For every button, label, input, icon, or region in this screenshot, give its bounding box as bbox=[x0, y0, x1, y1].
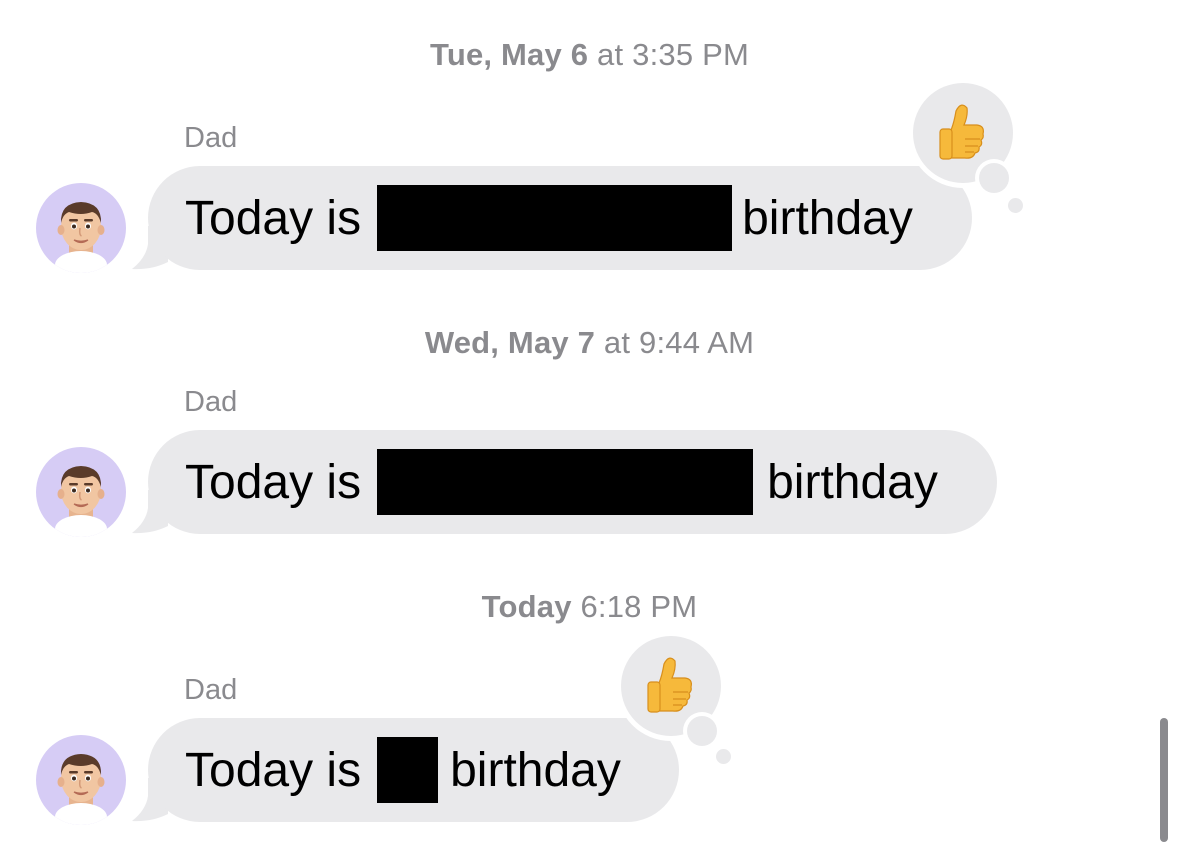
avatar[interactable] bbox=[36, 735, 126, 825]
timestamp-time: 9:44 AM bbox=[639, 325, 755, 360]
timestamp-1: Tue, May 6 at 3:35 PM bbox=[0, 37, 1179, 73]
redacted-name bbox=[377, 737, 439, 803]
message-text-before: Today is bbox=[185, 743, 362, 797]
avatar[interactable] bbox=[36, 447, 126, 537]
sender-name: Dad bbox=[184, 674, 238, 706]
timestamp-2: Wed, May 7 at 9:44 AM bbox=[0, 325, 1179, 361]
timestamp-day: Wed, May 7 bbox=[424, 325, 596, 360]
messages-thread: Tue, May 6 at 3:35 PM Dad Today is birth… bbox=[0, 0, 1179, 856]
tapback-reaction[interactable] bbox=[913, 83, 1013, 193]
redacted-name bbox=[377, 449, 754, 515]
timestamp-3: Today 6:18 PM bbox=[0, 589, 1179, 625]
message-text-after: birthday bbox=[450, 743, 621, 797]
timestamp-time: 3:35 PM bbox=[632, 37, 749, 72]
message-bubble[interactable]: Today is birthday bbox=[148, 166, 972, 270]
message-text-before: Today is bbox=[185, 455, 362, 509]
message-text-after: birthday bbox=[742, 191, 913, 245]
message-text-before: Today is bbox=[185, 191, 362, 245]
memoji-face-icon bbox=[55, 466, 107, 537]
timestamp-sep: at bbox=[597, 37, 624, 72]
memoji-face-icon bbox=[55, 202, 107, 273]
timestamp-sep: at bbox=[603, 325, 631, 360]
scrollbar[interactable] bbox=[1160, 718, 1168, 842]
tapback-reaction[interactable] bbox=[621, 636, 721, 746]
reaction-tail-dot-small bbox=[716, 749, 731, 764]
timestamp-day: Today bbox=[481, 589, 572, 624]
sender-name: Dad bbox=[184, 386, 238, 418]
redacted-name bbox=[377, 185, 733, 251]
timestamp-day: Tue, May 6 bbox=[430, 37, 589, 72]
thumbs-up-icon bbox=[647, 657, 692, 713]
reaction-tail-dot-small bbox=[1008, 198, 1023, 213]
message-text-after: birthday bbox=[767, 455, 938, 509]
avatar[interactable] bbox=[36, 183, 126, 273]
message-bubble[interactable]: Today is birthday bbox=[148, 718, 679, 822]
timestamp-time: 6:18 PM bbox=[580, 589, 698, 624]
thumbs-up-icon bbox=[939, 104, 984, 160]
message-bubble[interactable]: Today is birthday bbox=[148, 430, 997, 534]
memoji-face-icon bbox=[55, 754, 107, 825]
sender-name: Dad bbox=[184, 122, 238, 154]
